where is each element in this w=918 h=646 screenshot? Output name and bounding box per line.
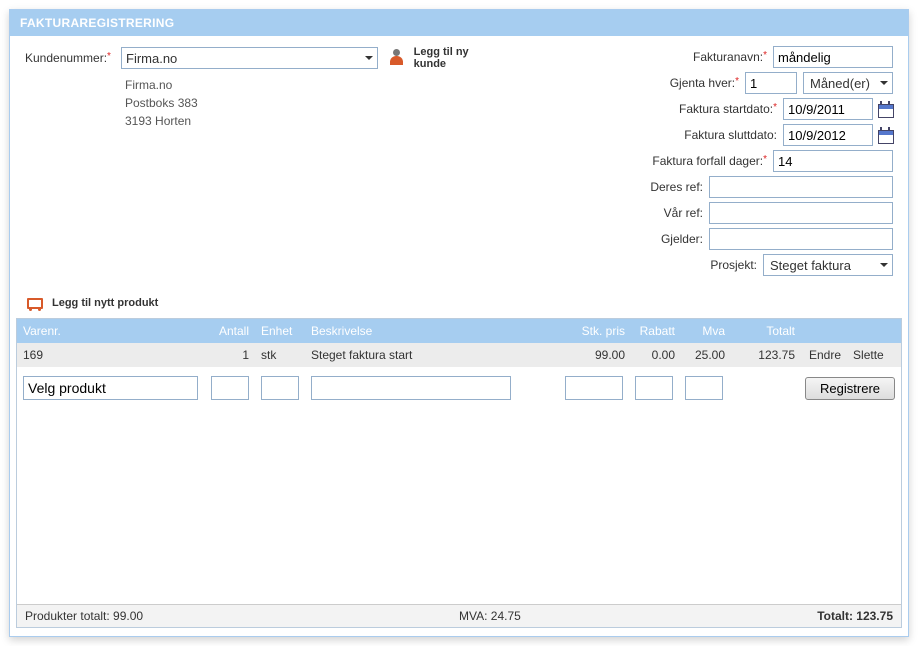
new-pris-input[interactable] <box>565 376 623 400</box>
add-customer-label: Legg til ny kunde <box>414 46 493 70</box>
deresref-input[interactable] <box>709 176 893 198</box>
sluttdato-label: Faktura sluttdato: <box>513 128 783 142</box>
table-row: 169 1 stk Steget faktura start 99.00 0.0… <box>17 343 901 367</box>
forfall-label: Faktura forfall dager:* <box>513 154 773 168</box>
col-totalt: Totalt <box>731 319 801 343</box>
startdato-label: Faktura startdato:* <box>513 102 783 116</box>
prosjekt-select[interactable]: Steget faktura <box>763 254 893 276</box>
register-button[interactable]: Registrere <box>805 377 895 400</box>
col-stkpris: Stk. pris <box>561 319 631 343</box>
panel-title: FAKTURAREGISTRERING <box>10 10 908 36</box>
cell-antall: 1 <box>205 343 255 367</box>
right-column: Fakturanavn:* Gjenta hver:* Måned(er) Fa… <box>513 46 893 280</box>
form-area: Kundenummer:* Firma.no Legg til ny kunde… <box>10 36 908 288</box>
cell-enhet: stk <box>255 343 305 367</box>
grid-footer: Produkter totalt: 99.00 MVA: 24.75 Total… <box>17 604 901 627</box>
customer-select[interactable]: Firma.no <box>121 47 378 69</box>
deresref-label: Deres ref: <box>513 180 709 194</box>
gjenta-label: Gjenta hver:* <box>513 76 745 90</box>
add-customer-button[interactable]: Legg til ny kunde <box>388 46 493 70</box>
gjenta-input[interactable] <box>745 72 797 94</box>
fakturanavn-label: Fakturanavn:* <box>513 50 773 64</box>
add-product-label: Legg til nytt produkt <box>52 297 158 309</box>
customer-number-label: Kundenummer:* <box>25 51 121 65</box>
customer-address: Firma.no Postboks 383 3193 Horten <box>25 76 493 130</box>
calendar-icon[interactable] <box>877 127 893 143</box>
new-enhet-input[interactable] <box>261 376 299 400</box>
chevron-down-icon <box>365 56 373 60</box>
prosjekt-label: Prosjekt: <box>513 258 763 272</box>
fakturanavn-input[interactable] <box>773 46 893 68</box>
grid-header: Varenr. Antall Enhet Beskrivelse Stk. pr… <box>17 319 901 343</box>
footer-totalt: Totalt: 123.75 <box>676 609 893 623</box>
address-line1: Postboks 383 <box>125 94 493 112</box>
footer-mva: MVA: 24.75 <box>459 609 676 623</box>
left-column: Kundenummer:* Firma.no Legg til ny kunde… <box>25 46 493 280</box>
new-mva-input[interactable] <box>685 376 723 400</box>
col-rabatt: Rabatt <box>631 319 681 343</box>
new-antall-input[interactable] <box>211 376 249 400</box>
cell-mva: 25.00 <box>681 343 731 367</box>
customer-select-value: Firma.no <box>126 51 177 66</box>
startdato-input[interactable] <box>783 98 873 120</box>
gjenta-unit-value: Måned(er) <box>810 76 870 91</box>
gjenta-unit-select[interactable]: Måned(er) <box>803 72 893 94</box>
delete-row-button[interactable]: Slette <box>853 348 884 362</box>
prosjekt-value: Steget faktura <box>770 258 851 273</box>
cell-beskrivelse: Steget faktura start <box>305 343 561 367</box>
chevron-down-icon <box>880 81 888 85</box>
gjelder-input[interactable] <box>709 228 893 250</box>
new-beskrivelse-input[interactable] <box>311 376 511 400</box>
footer-produkter-totalt: Produkter totalt: 99.00 <box>25 609 459 623</box>
col-antall: Antall <box>205 319 255 343</box>
address-line2: 3193 Horten <box>125 112 493 130</box>
col-actions <box>801 319 901 343</box>
varref-input[interactable] <box>709 202 893 224</box>
cart-icon <box>24 294 46 312</box>
cell-varenr: 169 <box>17 343 205 367</box>
new-rabatt-input[interactable] <box>635 376 673 400</box>
cell-rabatt: 0.00 <box>631 343 681 367</box>
sluttdato-input[interactable] <box>783 124 873 146</box>
add-customer-icon <box>388 49 407 67</box>
product-grid: Varenr. Antall Enhet Beskrivelse Stk. pr… <box>16 318 902 628</box>
col-enhet: Enhet <box>255 319 305 343</box>
gjelder-label: Gjelder: <box>513 232 709 246</box>
col-varenr: Varenr. <box>17 319 205 343</box>
add-product-button[interactable]: Legg til nytt produkt <box>10 288 908 314</box>
cell-stkpris: 99.00 <box>561 343 631 367</box>
edit-row-button[interactable]: Endre <box>809 348 841 362</box>
calendar-icon[interactable] <box>877 101 893 117</box>
new-product-input[interactable] <box>23 376 198 400</box>
invoice-panel: FAKTURAREGISTRERING Kundenummer:* Firma.… <box>9 9 909 637</box>
col-beskrivelse: Beskrivelse <box>305 319 561 343</box>
chevron-down-icon <box>880 263 888 267</box>
new-row: Registrere <box>17 367 901 409</box>
col-mva: Mva <box>681 319 731 343</box>
cell-actions: Endre Slette <box>801 343 901 367</box>
cell-totalt: 123.75 <box>731 343 801 367</box>
forfall-input[interactable] <box>773 150 893 172</box>
address-name: Firma.no <box>125 76 493 94</box>
varref-label: Vår ref: <box>513 206 709 220</box>
grid-body <box>17 409 901 604</box>
